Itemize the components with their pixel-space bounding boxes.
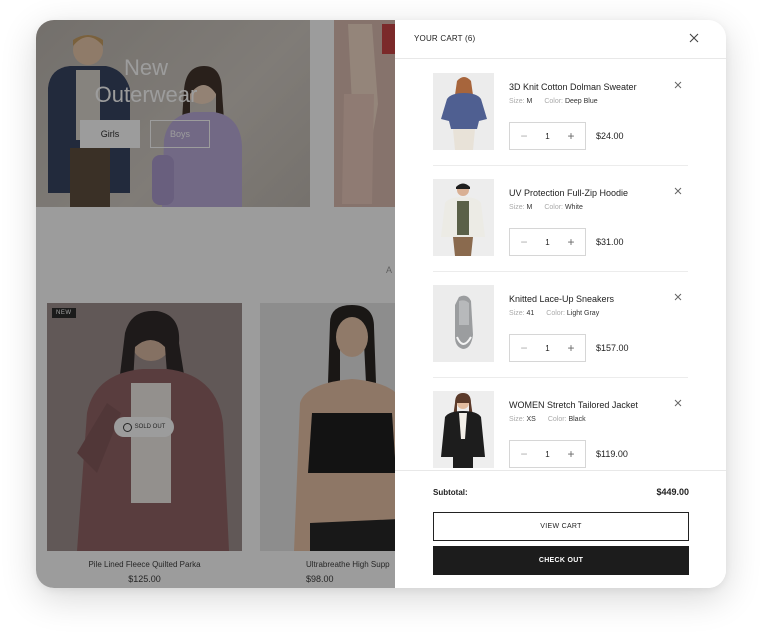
color-label: Color: xyxy=(544,204,563,211)
remove-item-icon[interactable] xyxy=(673,292,683,302)
cart-item: UV Protection Full-Zip Hoodie Size: M Co… xyxy=(433,166,688,272)
quantity-stepper: − 1 + xyxy=(509,440,586,468)
size-value: M xyxy=(526,204,533,211)
product-thumbnail[interactable] xyxy=(433,179,494,256)
modal-overlay[interactable] xyxy=(36,20,396,588)
cart-title: YOUR CART (6) xyxy=(414,34,476,43)
quantity-value[interactable]: 1 xyxy=(545,132,549,141)
color-value: White xyxy=(564,204,583,211)
size-label: Size: xyxy=(509,310,525,317)
cart-footer: Subtotal: $449.00 VIEW CART CHECK OUT xyxy=(395,470,726,588)
decrease-quantity-button[interactable]: − xyxy=(516,234,532,250)
color-label: Color: xyxy=(546,310,565,317)
cart-item-price: $31.00 xyxy=(596,237,624,247)
remove-item-icon[interactable] xyxy=(673,398,683,408)
increase-quantity-button[interactable]: + xyxy=(563,128,579,144)
increase-quantity-button[interactable]: + xyxy=(563,234,579,250)
size-label: Size: xyxy=(509,204,525,211)
cart-item-name[interactable]: WOMEN Stretch Tailored Jacket xyxy=(509,400,638,410)
cart-item-meta: Size: 41 Color: Light Gray xyxy=(509,310,599,317)
cart-item-price: $157.00 xyxy=(596,343,629,353)
product-thumbnail[interactable] xyxy=(433,73,494,150)
size-label: Size: xyxy=(509,98,525,105)
size-value: 41 xyxy=(526,310,535,317)
sweater-photo xyxy=(433,73,494,150)
product-thumbnail[interactable] xyxy=(433,285,494,362)
cart-item-name[interactable]: UV Protection Full-Zip Hoodie xyxy=(509,188,628,198)
cart-drawer: YOUR CART (6) 3D Knit Cotton Dolman Swea… xyxy=(395,20,726,588)
quantity-value[interactable]: 1 xyxy=(545,238,549,247)
quantity-stepper: − 1 + xyxy=(509,334,586,362)
size-value: M xyxy=(526,98,533,105)
product-thumbnail[interactable] xyxy=(433,391,494,468)
close-icon[interactable] xyxy=(687,31,701,45)
cart-item-name[interactable]: 3D Knit Cotton Dolman Sweater xyxy=(509,82,637,92)
hoodie-photo xyxy=(433,179,494,256)
color-value: Deep Blue xyxy=(564,98,598,105)
remove-item-icon[interactable] xyxy=(673,80,683,90)
cart-item-price: $24.00 xyxy=(596,131,624,141)
cart-item-meta: Size: XS Color: Black xyxy=(509,416,586,423)
cart-header: YOUR CART (6) xyxy=(395,20,726,59)
cart-item: 3D Knit Cotton Dolman Sweater Size: M Co… xyxy=(433,60,688,166)
increase-quantity-button[interactable]: + xyxy=(563,446,579,462)
app-frame: New Outerwear Girls Boys A NEW SOLD OUT … xyxy=(36,20,726,588)
sneaker-photo xyxy=(433,285,494,362)
size-label: Size: xyxy=(509,416,525,423)
cart-item: Knitted Lace-Up Sneakers Size: 41 Color:… xyxy=(433,272,688,378)
quantity-value[interactable]: 1 xyxy=(545,450,549,459)
cart-items-list[interactable]: 3D Knit Cotton Dolman Sweater Size: M Co… xyxy=(395,60,726,470)
checkout-button[interactable]: CHECK OUT xyxy=(433,546,689,575)
color-label: Color: xyxy=(544,98,563,105)
quantity-stepper: − 1 + xyxy=(509,122,586,150)
cart-item: WOMEN Stretch Tailored Jacket Size: XS C… xyxy=(433,378,688,470)
cart-item-name[interactable]: Knitted Lace-Up Sneakers xyxy=(509,294,614,304)
decrease-quantity-button[interactable]: − xyxy=(516,128,532,144)
decrease-quantity-button[interactable]: − xyxy=(516,340,532,356)
remove-item-icon[interactable] xyxy=(673,186,683,196)
color-value: Black xyxy=(568,416,586,423)
cart-item-price: $119.00 xyxy=(596,449,628,459)
view-cart-button[interactable]: VIEW CART xyxy=(433,512,689,541)
quantity-stepper: − 1 + xyxy=(509,228,586,256)
quantity-value[interactable]: 1 xyxy=(545,344,549,353)
store-page: New Outerwear Girls Boys A NEW SOLD OUT … xyxy=(36,20,396,588)
cart-item-meta: Size: M Color: White xyxy=(509,204,583,211)
subtotal-label: Subtotal: xyxy=(433,488,468,497)
color-value: Light Gray xyxy=(566,310,600,317)
cart-item-meta: Size: M Color: Deep Blue xyxy=(509,98,598,105)
color-label: Color: xyxy=(547,416,567,423)
jacket-photo xyxy=(433,391,494,468)
size-value: XS xyxy=(526,416,536,423)
subtotal-value: $449.00 xyxy=(656,487,689,497)
decrease-quantity-button[interactable]: − xyxy=(516,446,532,462)
increase-quantity-button[interactable]: + xyxy=(563,340,579,356)
